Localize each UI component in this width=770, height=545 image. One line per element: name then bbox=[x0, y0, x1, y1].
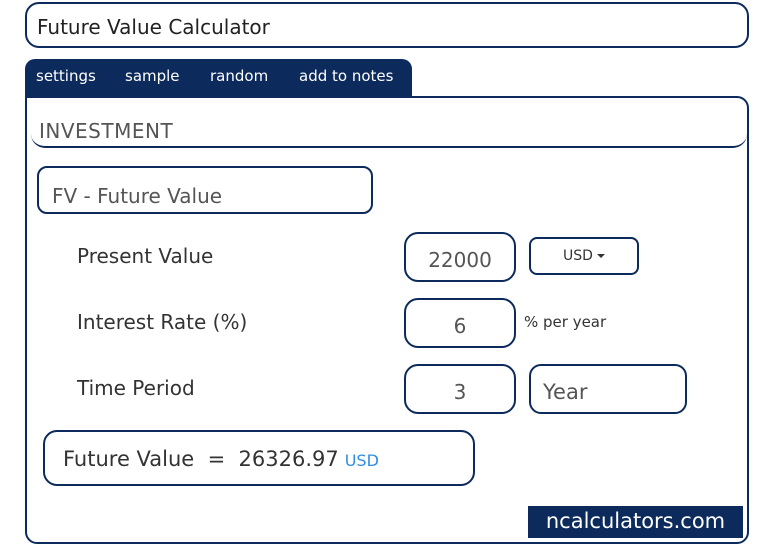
tab-settings[interactable]: settings bbox=[36, 67, 96, 85]
time-period-label: Time Period bbox=[77, 376, 195, 400]
result-currency: USD bbox=[344, 451, 379, 470]
calculation-mode-value: FV - Future Value bbox=[52, 184, 223, 208]
time-unit-value: Year bbox=[543, 380, 588, 404]
present-value-label: Present Value bbox=[77, 244, 214, 268]
interest-rate-input[interactable]: 6 bbox=[404, 298, 516, 348]
tab-add-to-notes[interactable]: add to notes bbox=[299, 67, 393, 85]
result-value: Future Value = 26326.97 bbox=[63, 447, 339, 471]
tab-bar: settings sample random add to notes bbox=[25, 59, 412, 97]
interest-rate-unit: % per year bbox=[524, 313, 607, 331]
time-period-input[interactable]: 3 bbox=[404, 364, 516, 414]
calculator-title-box: Future Value Calculator bbox=[25, 2, 749, 48]
interest-rate-label: Interest Rate (%) bbox=[77, 310, 248, 334]
time-unit-select[interactable]: Year bbox=[529, 364, 687, 414]
section-header: INVESTMENT bbox=[31, 98, 747, 148]
currency-select-value: USD bbox=[563, 248, 593, 264]
section-title: INVESTMENT bbox=[39, 119, 174, 143]
calculator-panel: INVESTMENT FV - Future Value Present Val… bbox=[25, 96, 749, 544]
result-text: Future Value = 26326.97 USD bbox=[63, 447, 379, 471]
present-value-input[interactable]: 22000 bbox=[404, 232, 516, 282]
tab-random[interactable]: random bbox=[210, 67, 268, 85]
tab-sample[interactable]: sample bbox=[125, 67, 180, 85]
brand-logo[interactable]: ncalculators.com bbox=[528, 506, 743, 538]
calculator-title: Future Value Calculator bbox=[37, 15, 270, 39]
currency-select[interactable]: USD bbox=[529, 237, 639, 275]
result-box: Future Value = 26326.97 USD bbox=[43, 430, 475, 486]
calculation-mode-select[interactable]: FV - Future Value bbox=[37, 166, 373, 214]
caret-down-icon bbox=[596, 254, 605, 258]
